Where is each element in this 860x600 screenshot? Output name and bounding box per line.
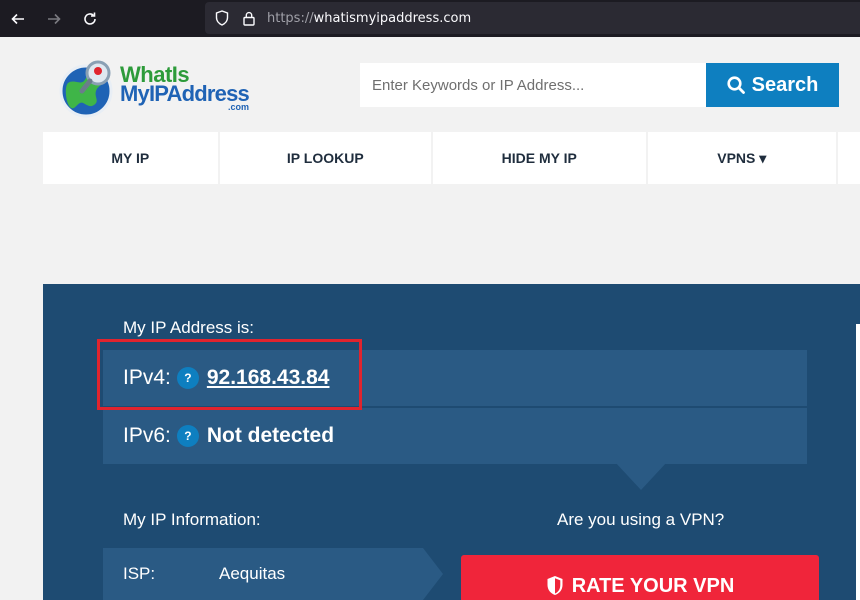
help-icon[interactable]: ? <box>176 425 199 447</box>
vpn-pointer-arrow <box>615 462 667 490</box>
site-logo[interactable]: WhatIs MyIPAddress .com <box>58 57 250 119</box>
nav-item-my-ip[interactable]: MY IP <box>43 132 218 184</box>
back-arrow-icon <box>11 13 24 24</box>
ip-address-heading: My IP Address is: <box>123 318 255 337</box>
nav-item-ip-lookup[interactable]: IP LOOKUP <box>219 132 432 184</box>
isp-key: ISP: <box>123 564 156 583</box>
isp-row-arrow <box>423 548 443 600</box>
ipv4-highlight-box <box>97 339 362 410</box>
site-header: WhatIs MyIPAddress .com Search <box>0 37 860 132</box>
nav-item-label: VPNS ▾ <box>717 149 767 166</box>
nav-item-label: MY IP <box>111 150 150 166</box>
globe-magnifier-icon <box>58 57 116 119</box>
nav-item-label: HIDE MY IP <box>501 150 577 166</box>
forward-button[interactable] <box>36 1 72 37</box>
ipv6-row: IPv6: ? Not detected <box>103 408 807 464</box>
isp-value: Aequitas <box>219 564 286 583</box>
logo-line-2: MyIPAddress <box>120 80 250 106</box>
nav-item-vpns[interactable]: VPNS ▾ <box>647 132 837 184</box>
url-host: whatismyipaddress.com <box>313 10 472 26</box>
ipv6-label: IPv6: <box>123 424 171 447</box>
browser-toolbar: https://whatismyipaddress.com <box>0 0 860 37</box>
nav-item-hide-my-ip[interactable]: HIDE MY IP <box>433 132 646 184</box>
reload-icon <box>84 12 96 25</box>
search-button[interactable]: Search <box>706 63 839 107</box>
url-scheme: https:// <box>267 10 314 26</box>
forward-arrow-icon <box>48 13 61 24</box>
isp-row: ISP: Aequitas <box>103 548 423 600</box>
back-button[interactable] <box>0 1 36 37</box>
shield-icon <box>215 10 229 26</box>
logo-wordmark: WhatIs MyIPAddress .com <box>120 63 250 112</box>
rate-vpn-button[interactable]: RATE YOUR VPN <box>461 555 819 600</box>
main-nav: MY IP IP LOOKUP HIDE MY IP VPNS ▾ <box>43 132 860 184</box>
lock-icon <box>243 11 255 26</box>
nav-item-overflow[interactable] <box>838 132 860 184</box>
reload-button[interactable] <box>72 1 108 37</box>
url-text: https://whatismyipaddress.com <box>267 11 471 26</box>
address-bar[interactable]: https://whatismyipaddress.com <box>205 2 860 34</box>
search-icon <box>727 76 745 94</box>
vpn-question: Are you using a VPN? <box>557 510 725 529</box>
rate-vpn-label: RATE YOUR VPN <box>571 575 735 597</box>
ip-info-panel: My IP Address is: IPv4: ? 92.168.43.84 I… <box>43 284 860 600</box>
nav-item-label: IP LOOKUP <box>286 150 364 166</box>
search-button-label: Search <box>751 73 819 96</box>
search-input[interactable] <box>360 63 706 107</box>
ip-information-heading: My IP Information: <box>123 510 261 529</box>
panel-edge <box>856 324 860 600</box>
ipv6-value: Not detected <box>206 424 335 447</box>
shield-icon <box>547 576 563 595</box>
